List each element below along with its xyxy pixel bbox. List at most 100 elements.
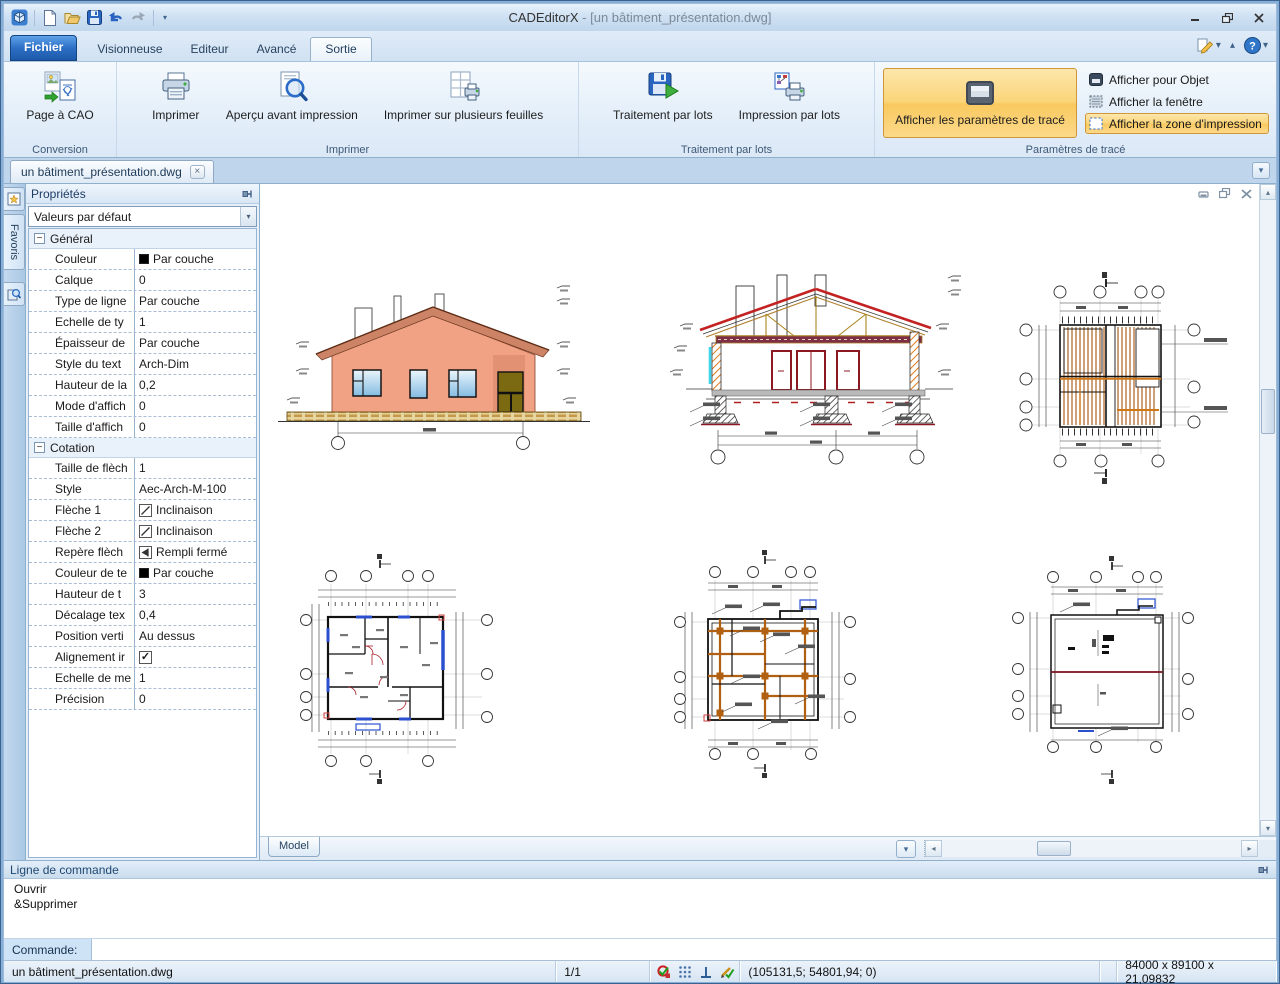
collapse-icon[interactable]: − bbox=[34, 233, 45, 244]
property-row[interactable]: Style du textArch-Dim bbox=[29, 354, 256, 375]
property-value[interactable]: 1 bbox=[135, 671, 256, 685]
afficher-pour-objet-option[interactable]: Afficher pour Objet bbox=[1085, 69, 1269, 90]
save-icon[interactable] bbox=[85, 9, 103, 27]
property-row[interactable]: Taille d'affich0 bbox=[29, 417, 256, 438]
property-row[interactable]: Hauteur de la0,2 bbox=[29, 375, 256, 396]
property-value[interactable]: Par couche bbox=[135, 252, 256, 266]
scroll-right-icon[interactable]: ▸ bbox=[1241, 840, 1258, 857]
property-row[interactable]: Repère flèchRempli fermé bbox=[29, 542, 256, 563]
command-line-header[interactable]: Ligne de commande bbox=[4, 861, 1276, 879]
open-file-icon[interactable] bbox=[63, 9, 81, 27]
imprimer-button[interactable]: Imprimer bbox=[144, 66, 208, 124]
property-value[interactable]: Par couche bbox=[135, 336, 256, 350]
property-row[interactable]: Épaisseur dePar couche bbox=[29, 333, 256, 354]
grid-toggle-icon[interactable] bbox=[678, 965, 692, 979]
view-foundation-plan[interactable] bbox=[675, 550, 856, 778]
search-panel-tab[interactable] bbox=[4, 282, 25, 306]
document-tab[interactable]: un bâtiment_présentation.dwg × bbox=[10, 160, 214, 183]
drawing-viewport[interactable]: .bub{fill:#fff;stroke:#333;stroke-width:… bbox=[260, 184, 1276, 860]
property-row[interactable]: CouleurPar couche bbox=[29, 249, 256, 270]
property-value[interactable]: 1 bbox=[135, 461, 256, 475]
property-group-header[interactable]: −Cotation bbox=[29, 438, 256, 458]
afficher-la-fenetre-option[interactable]: Afficher la fenêtre bbox=[1085, 91, 1269, 112]
title-bar[interactable]: ▾ CADEditorX - [un bâtiment_présentation… bbox=[4, 4, 1276, 31]
help-icon[interactable]: ? ▾ bbox=[1244, 37, 1268, 54]
tab-fichier[interactable]: Fichier bbox=[10, 35, 77, 61]
property-value[interactable]: ✓ bbox=[135, 651, 256, 664]
property-value[interactable]: Rempli fermé bbox=[135, 545, 256, 559]
property-value[interactable]: Par couche bbox=[135, 566, 256, 580]
undo-icon[interactable] bbox=[107, 9, 125, 27]
property-value[interactable]: 0 bbox=[135, 399, 256, 413]
property-value[interactable]: Inclinaison bbox=[135, 524, 256, 538]
close-document-icon[interactable]: × bbox=[190, 165, 205, 179]
property-value[interactable]: 0 bbox=[135, 273, 256, 287]
model-layout-tab[interactable]: Model bbox=[268, 837, 320, 857]
properties-header[interactable]: Propriétés bbox=[26, 184, 259, 204]
command-input[interactable] bbox=[92, 939, 1276, 960]
view-floor-plan[interactable] bbox=[301, 554, 493, 784]
combo-dropdown-icon[interactable]: ▾ bbox=[240, 207, 256, 226]
property-group-header[interactable]: −Général bbox=[29, 229, 256, 249]
properties-panel-tab[interactable] bbox=[4, 187, 25, 211]
view-cross-section[interactable] bbox=[670, 275, 961, 464]
tab-editeur[interactable]: Editeur bbox=[177, 38, 243, 61]
tab-list-dropdown-icon[interactable]: ▾ bbox=[1252, 162, 1270, 179]
view-front-elevation[interactable] bbox=[278, 286, 590, 450]
preset-selector[interactable]: Valeurs par défaut ▾ bbox=[28, 206, 257, 227]
horizontal-scrollbar[interactable]: ◂ ▸ bbox=[924, 840, 1258, 857]
view-framing-plan[interactable] bbox=[1020, 272, 1228, 484]
minimize-button[interactable] bbox=[1184, 10, 1206, 26]
apercu-avant-impression-button[interactable]: Aperçu avant impression bbox=[218, 66, 366, 124]
property-row[interactable]: StyleAec-Arch-M-100 bbox=[29, 479, 256, 500]
property-value[interactable]: 1 bbox=[135, 315, 256, 329]
app-logo-icon[interactable] bbox=[10, 9, 28, 27]
property-row[interactable]: Couleur de tePar couche bbox=[29, 563, 256, 584]
command-history[interactable]: Ouvrir&Supprimer bbox=[4, 879, 1276, 915]
property-row[interactable]: Précision0 bbox=[29, 689, 256, 710]
imprimer-plusieurs-feuilles-button[interactable]: Imprimer sur plusieurs feuilles bbox=[376, 66, 551, 124]
vertical-scroll-thumb[interactable] bbox=[1261, 389, 1275, 434]
property-row[interactable]: Mode d'affich0 bbox=[29, 396, 256, 417]
mdi-minimize-icon[interactable] bbox=[1196, 187, 1212, 200]
snap-toggle-icon[interactable] bbox=[656, 964, 671, 979]
new-document-icon[interactable] bbox=[41, 9, 59, 27]
property-value[interactable]: 0 bbox=[135, 692, 256, 706]
tab-sortie[interactable]: Sortie bbox=[310, 37, 371, 61]
property-row[interactable]: Echelle de me1 bbox=[29, 668, 256, 689]
afficher-zone-impression-option[interactable]: Afficher la zone d'impression bbox=[1085, 113, 1269, 134]
property-row[interactable]: Hauteur de t3 bbox=[29, 584, 256, 605]
property-value[interactable]: 0 bbox=[135, 420, 256, 434]
horizontal-scroll-thumb[interactable] bbox=[1037, 841, 1071, 856]
restore-button[interactable] bbox=[1216, 10, 1238, 26]
property-row[interactable]: Calque0 bbox=[29, 270, 256, 291]
minimize-ribbon-icon[interactable]: ▴ bbox=[1230, 40, 1235, 51]
mdi-restore-icon[interactable] bbox=[1217, 187, 1233, 200]
property-value[interactable]: Aec-Arch-M-100 bbox=[135, 482, 256, 496]
scroll-down-icon[interactable]: ▾ bbox=[1260, 820, 1276, 836]
property-row[interactable]: Décalage tex0,4 bbox=[29, 605, 256, 626]
impression-par-lots-button[interactable]: Impression par lots bbox=[731, 66, 848, 124]
traitement-par-lots-button[interactable]: Traitement par lots bbox=[605, 66, 721, 124]
checkbox-checked-icon[interactable]: ✓ bbox=[139, 651, 152, 664]
property-value[interactable]: Au dessus bbox=[135, 629, 256, 643]
property-row[interactable]: Position vertiAu dessus bbox=[29, 626, 256, 647]
property-row[interactable]: Taille de flèch1 bbox=[29, 458, 256, 479]
property-value[interactable]: 0,4 bbox=[135, 608, 256, 622]
property-row[interactable]: Echelle de ty1 bbox=[29, 312, 256, 333]
property-value[interactable]: 3 bbox=[135, 587, 256, 601]
style-edit-icon[interactable]: ▾ bbox=[1196, 38, 1221, 54]
page-a-cao-button[interactable]: Page à CAO bbox=[18, 66, 101, 124]
qat-customize-dropdown-icon[interactable]: ▾ bbox=[160, 9, 170, 27]
view-roof-plan[interactable] bbox=[1013, 556, 1194, 784]
property-value[interactable]: 0,2 bbox=[135, 378, 256, 392]
tab-visionneuse[interactable]: Visionneuse bbox=[83, 38, 176, 61]
collapse-icon[interactable]: − bbox=[34, 442, 45, 453]
favorites-panel-tab[interactable]: Favoris bbox=[4, 214, 25, 270]
property-row[interactable]: Type de lignePar couche bbox=[29, 291, 256, 312]
pin-icon[interactable] bbox=[242, 188, 254, 200]
draft-mode-icon[interactable] bbox=[720, 964, 735, 979]
property-value[interactable]: Inclinaison bbox=[135, 503, 256, 517]
property-row[interactable]: Flèche 1Inclinaison bbox=[29, 500, 256, 521]
mdi-close-icon[interactable] bbox=[1238, 187, 1254, 200]
